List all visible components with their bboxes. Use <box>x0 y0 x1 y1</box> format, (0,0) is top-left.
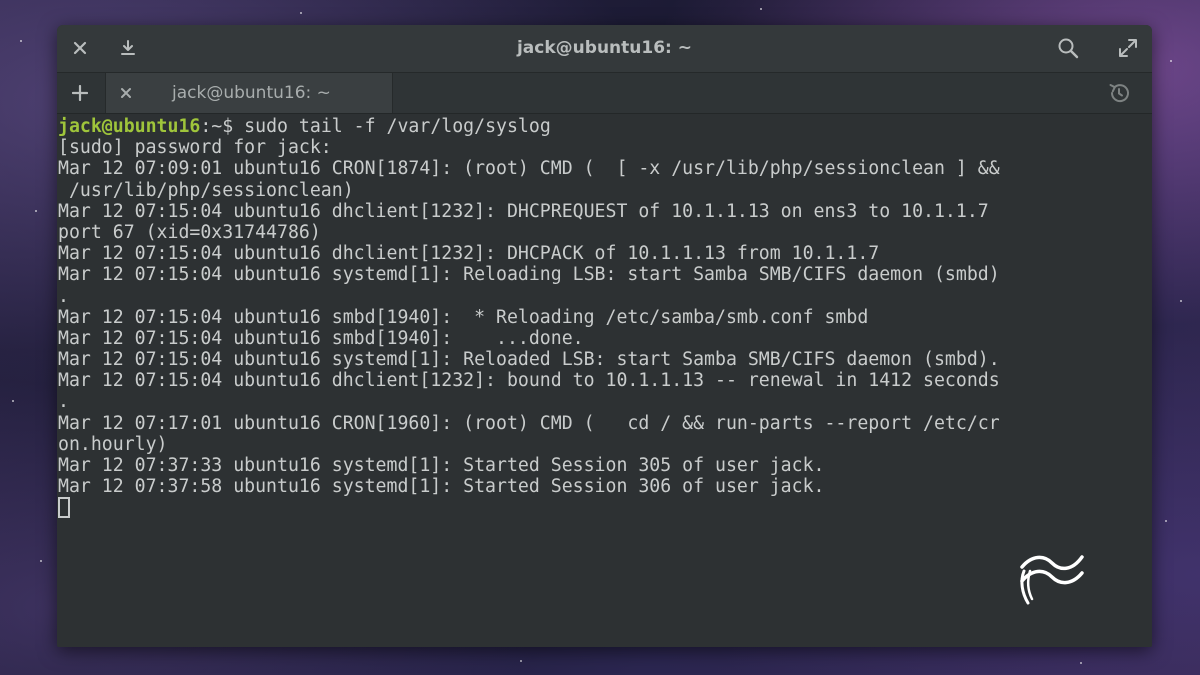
tab-close-button[interactable] <box>114 81 138 105</box>
output-line: Mar 12 07:37:33 ubuntu16 systemd[1]: Sta… <box>58 455 825 476</box>
tab-label: jack@ubuntu16: ~ <box>172 83 331 103</box>
prompt-line: jack@ubuntu16:~$ sudo tail -f /var/log/s… <box>58 116 1152 137</box>
output-line: on.hourly) <box>58 433 168 455</box>
terminal-output[interactable]: jack@ubuntu16:~$ sudo tail -f /var/log/s… <box>57 114 1152 647</box>
window-title: jack@ubuntu16: ~ <box>516 38 692 58</box>
text-cursor <box>58 497 70 519</box>
output-line: Mar 12 07:17:01 ubuntu16 CRON[1960]: (ro… <box>58 412 1000 434</box>
history-icon <box>1109 84 1129 103</box>
tab-terminal[interactable]: jack@ubuntu16: ~ <box>105 73 393 113</box>
search-button[interactable] <box>1055 35 1081 61</box>
search-icon <box>1058 38 1079 59</box>
output-line: Mar 12 07:15:04 ubuntu16 dhclient[1232]:… <box>58 370 1000 392</box>
close-icon <box>121 88 131 98</box>
prompt-user: jack@ubuntu16 <box>58 116 201 137</box>
output-line: [sudo] password for jack: <box>58 137 332 159</box>
title-bar: jack@ubuntu16: ~ <box>57 25 1152 73</box>
output-line: /usr/lib/php/sessionclean) <box>58 179 354 201</box>
maximize-button[interactable] <box>1115 35 1141 61</box>
output-line: Mar 12 07:15:04 ubuntu16 dhclient[1232]:… <box>58 200 989 222</box>
output-line: . <box>58 285 69 307</box>
maximize-icon <box>1119 39 1137 57</box>
output-line: Mar 12 07:15:04 ubuntu16 systemd[1]: Rel… <box>58 264 1000 286</box>
plus-icon <box>72 85 88 101</box>
new-tab-button[interactable] <box>67 80 93 106</box>
cursor-line <box>58 497 1152 519</box>
output-line: port 67 (xid=0x31744786) <box>58 221 321 243</box>
wave-logo-icon <box>1020 555 1084 605</box>
history-button[interactable] <box>1106 80 1132 106</box>
output-line: Mar 12 07:37:58 ubuntu16 systemd[1]: Sta… <box>58 476 825 498</box>
output-line: Mar 12 07:15:04 ubuntu16 dhclient[1232]:… <box>58 243 880 265</box>
terminal-window: jack@ubuntu16: ~ jack@ubuntu16: ~ jack@u… <box>57 25 1152 647</box>
command-text: sudo tail -f /var/log/syslog <box>244 116 551 137</box>
output-line: . <box>58 391 69 413</box>
output-line: Mar 12 07:15:04 ubuntu16 systemd[1]: Rel… <box>58 349 1000 371</box>
output-line: Mar 12 07:15:04 ubuntu16 smbd[1940]: ...… <box>58 327 584 349</box>
output-line: Mar 12 07:15:04 ubuntu16 smbd[1940]: * R… <box>58 306 869 328</box>
output-line: Mar 12 07:09:01 ubuntu16 CRON[1874]: (ro… <box>58 158 1000 180</box>
prompt-path: :~$ <box>200 116 245 137</box>
tab-bar: jack@ubuntu16: ~ <box>57 73 1152 114</box>
